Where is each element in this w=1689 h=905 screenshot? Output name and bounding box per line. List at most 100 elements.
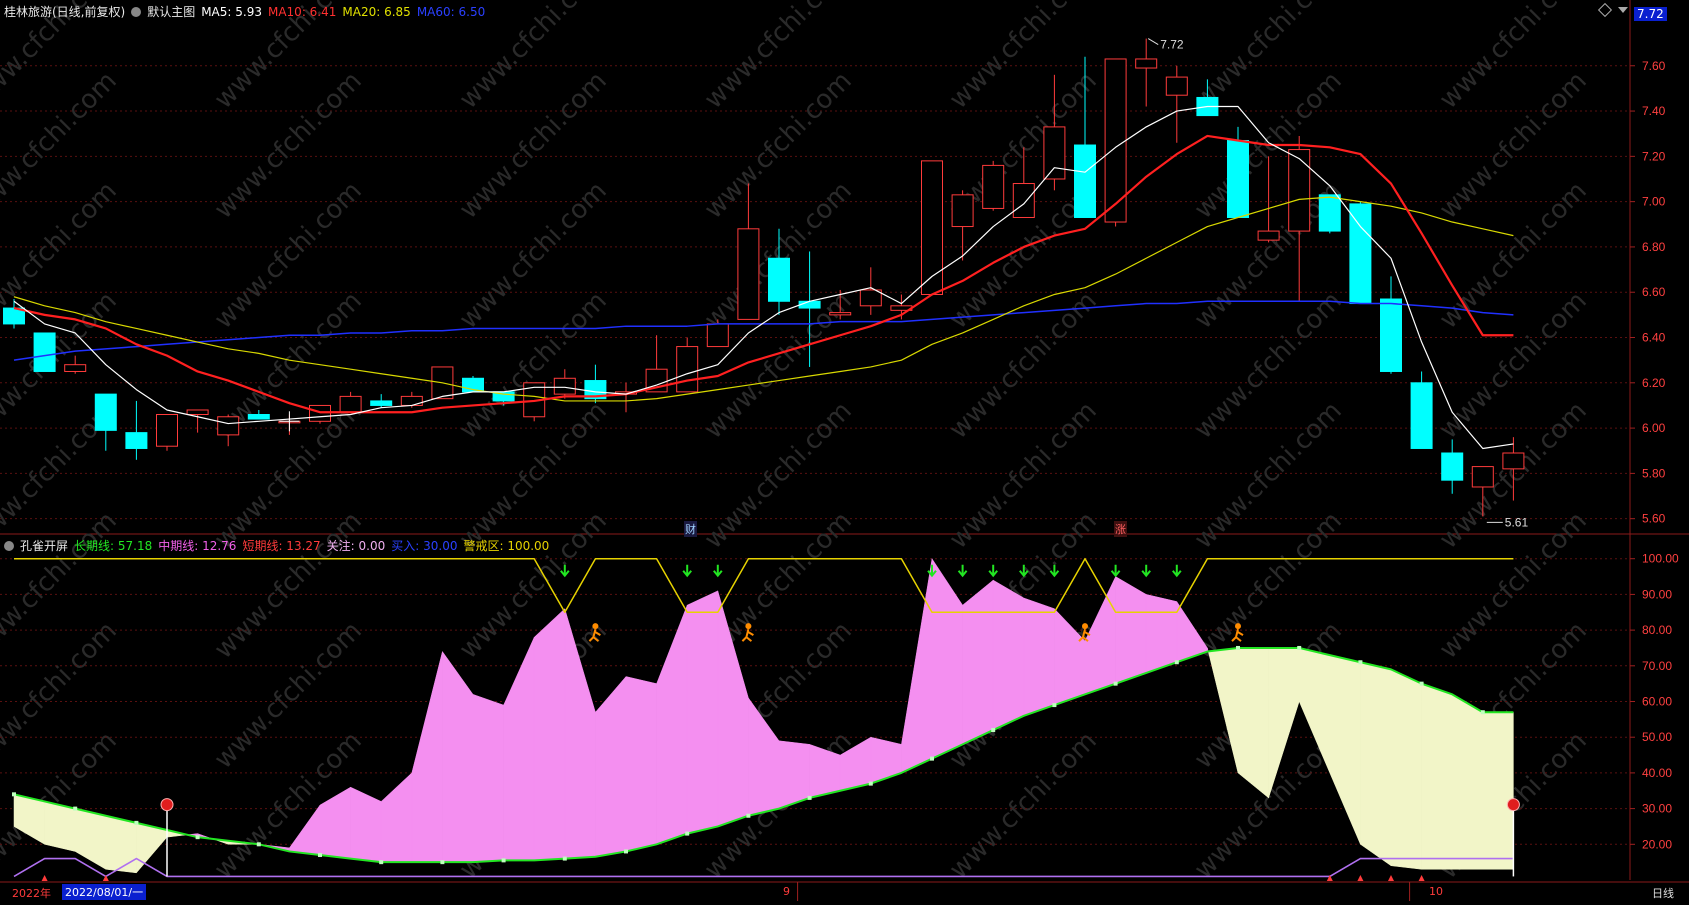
long-line-dot [1236,645,1240,650]
price-tick-label: 7.60 [1642,59,1666,73]
band-fill [1145,594,1178,674]
marker-zhang[interactable]: 涨 [1114,521,1127,537]
band-fill [1360,661,1392,867]
indicator-tick-label: 90.00 [1642,587,1672,601]
chart-stage: 7.60 7.40 7.20 7.00 6.80 6.60 6.40 6.20 6.00 5.80… [0,0,1689,901]
long-line-dot [991,728,996,733]
long-line-label: 长期线: 57.18 [74,539,153,553]
candle-body-up [737,228,760,320]
candle-body-up [339,395,362,413]
band-fill [533,608,566,861]
dropdown-icon[interactable] [1618,7,1628,13]
mid-line-label: 中期线: 12.76 [158,539,237,553]
candle-body-up [706,323,729,348]
candle-body-up [951,194,974,228]
price-tick-label: 7.40 [1642,104,1666,118]
buy-label: 买入: 30.00 [391,539,458,553]
candle-body-up [553,377,576,395]
long-line-dot [195,835,200,840]
long-line-dot [1480,710,1485,715]
long-line-dot [1113,681,1118,686]
band-fill [44,801,76,852]
ma60-label: MA60: 6.50 [416,4,486,19]
candle-body-down [768,257,790,302]
marker-cai[interactable]: 财 [684,521,697,537]
date-cursor-label: 2022/08/01/一 [62,884,147,900]
low-price-label: 5.61 [1505,515,1529,529]
price-tick-label: 6.40 [1642,331,1666,345]
candle-body-down [1227,139,1249,218]
band-fill [962,579,994,745]
candle-body-down [247,414,270,420]
period-label[interactable]: 日线 [1652,885,1674,901]
candle-body-up [1502,452,1525,470]
candle-body-up [156,414,178,447]
candle-body-down [33,332,56,372]
candle-body-up [217,416,240,436]
alarm-icon [160,798,174,812]
high-price-label: 7.72 [1160,38,1184,52]
runner-icon-head [1235,623,1241,630]
settings-icon[interactable] [131,6,142,17]
candle-body-up [676,346,699,393]
short-line-label: 短期线: 13.27 [242,539,321,553]
band-fill [778,740,810,809]
price-tick-label: 6.00 [1642,421,1666,435]
price-tick-label: 5.80 [1642,466,1666,480]
long-line-dot [1052,703,1057,708]
price-tick-label: 6.80 [1642,240,1666,254]
candle-body-down [1410,382,1433,449]
band-fill [686,590,719,834]
long-line-dot [12,792,16,797]
long-line-dot [685,831,690,836]
long-line-dot [318,853,322,858]
candle-body-up [859,289,882,307]
indicator-tick-label: 30.00 [1642,802,1672,816]
long-line-dot [1297,645,1302,650]
price-tick-label: 6.20 [1642,376,1666,390]
long-line-dot [562,856,567,861]
main-header: 桂林旅游(日线,前复权) 默认主图 MA5: 5.93 MA10: 6.41 M… [4,3,485,20]
long-line-dot [134,820,139,825]
band-fill [1237,647,1269,799]
long-line-dot [1419,681,1424,686]
indicator-tick-label: 60.00 [1642,695,1672,709]
candle-body-up [186,409,209,416]
kline-chart-svg[interactable]: 7.60 7.40 7.20 7.00 6.80 6.60 6.40 6.20 6.00 5.80… [0,0,1689,901]
year-label: 2022年 [12,887,51,900]
candle-body-down [798,300,821,309]
candle-body-down [1441,452,1464,481]
candle-body-up [1165,76,1188,96]
candle-body-up [1288,149,1311,232]
main-chart-label[interactable]: 默认主图 [147,3,195,20]
indicator-header: 孔雀开屏 长期线: 57.18 中期线: 12.76 短期线: 13.27 关注… [4,537,549,554]
watch-label: 关注: 0.00 [326,539,386,553]
band-fill [625,676,657,852]
candle-body-up [309,404,331,422]
candle-body-up [829,312,852,316]
candle-body-up [1471,466,1494,488]
long-line-dot [379,860,384,865]
long-line-dot [624,849,628,854]
runner-icon-head [745,623,752,630]
indicator-name[interactable]: 孔雀开屏 [20,537,68,554]
candle-body-up [1012,183,1035,218]
candle-body-down [94,393,117,431]
price-tick-label: 7.00 [1642,195,1666,209]
long-line-dot [256,842,261,847]
band-fill [1482,711,1514,870]
runner-icon-head [1082,623,1088,630]
candle-body-down [1318,194,1341,232]
month-9-label: 9 [783,885,790,898]
indicator-tick-label: 40.00 [1642,766,1672,780]
security-title[interactable]: 桂林旅游(日线,前复权) [4,3,125,20]
band-fill [105,815,137,874]
indicator-settings-icon[interactable] [4,540,14,551]
long-line-dot [807,795,812,800]
band-fill [1023,597,1055,717]
band-fill [1451,693,1484,870]
candle-body-down [1349,203,1372,305]
band-fill [1390,668,1422,870]
ma5-label: MA5: 5.93 [201,4,262,19]
long-line-dot [868,781,873,786]
